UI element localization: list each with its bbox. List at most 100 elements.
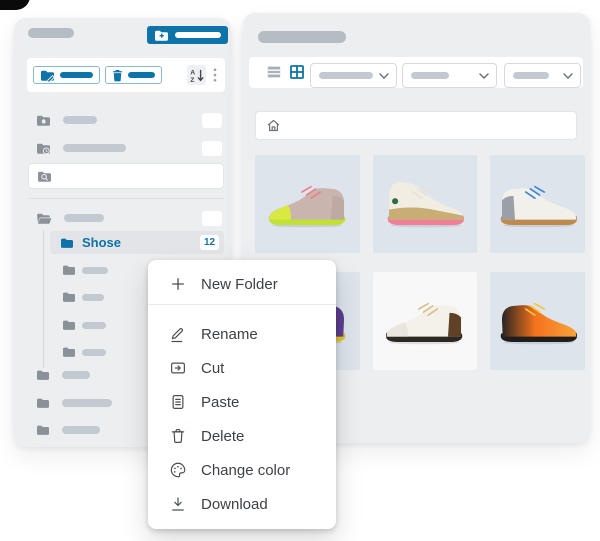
select-value-placeholder	[513, 72, 549, 79]
menu-item-new-folder[interactable]: New Folder	[148, 264, 336, 304]
folder-name-placeholder	[82, 293, 104, 301]
asset-card-sneaker-white-blue-gum[interactable]	[490, 155, 585, 253]
folder-icon	[62, 319, 76, 331]
folder-search-icon	[37, 170, 52, 183]
folder-icon	[62, 291, 76, 303]
window-corner-decoration	[0, 0, 30, 10]
folder-action-buttons	[33, 66, 162, 84]
sidebar-item-shose-selected[interactable]: Shose 12	[50, 231, 224, 254]
sneaker-white-brown-image	[379, 288, 471, 355]
filter-select-2[interactable]	[402, 63, 497, 88]
select-value-placeholder	[411, 72, 449, 79]
chevron-down-icon	[479, 72, 489, 79]
folder-edit-icon	[40, 69, 55, 82]
folder-search-box[interactable]	[28, 163, 224, 189]
download-icon	[168, 495, 188, 513]
cut-icon	[168, 359, 188, 377]
home-icon	[266, 118, 281, 133]
palette-icon	[168, 461, 188, 479]
folder-name-placeholder	[82, 321, 106, 329]
selected-folder-count-badge: 12	[200, 235, 219, 250]
svg-text:Z: Z	[190, 76, 194, 83]
plus-icon	[168, 275, 188, 293]
sneaker-white-tan-hightop-image	[379, 171, 471, 238]
chevron-down-icon	[379, 72, 389, 79]
menu-item-label: New Folder	[201, 275, 278, 293]
folder-icon	[62, 346, 76, 358]
folder-name-placeholder	[63, 144, 126, 152]
filter-select-3[interactable]	[504, 63, 581, 88]
menu-item-change-color[interactable]: Change color	[148, 453, 336, 487]
folder-open-icon	[36, 212, 52, 225]
folder-count-badge	[202, 112, 222, 128]
folder-name-placeholder	[62, 399, 112, 407]
folder-icon	[62, 264, 76, 276]
sidebar-divider	[28, 198, 224, 199]
menu-item-paste[interactable]: Paste	[148, 385, 336, 419]
rename-folder-toolbar-button[interactable]	[33, 66, 100, 84]
select-value-placeholder	[319, 72, 373, 79]
chevron-down-icon	[563, 72, 573, 79]
grid-view-toggle-button[interactable]	[289, 64, 305, 80]
more-options-button[interactable]	[211, 68, 219, 82]
folder-home-icon	[36, 114, 51, 127]
asset-card-sneaker-white-tan-hightop[interactable]	[373, 155, 477, 253]
sneaker-orange-black-image	[492, 288, 584, 355]
menu-item-label: Paste	[201, 393, 240, 411]
new-folder-button[interactable]	[147, 26, 228, 44]
folder-name-placeholder	[62, 426, 100, 434]
breadcrumb[interactable]	[255, 111, 577, 140]
folder-name-placeholder	[62, 371, 90, 379]
folder-plus-icon	[154, 29, 169, 42]
button-label-placeholder	[60, 72, 93, 78]
menu-item-download[interactable]: Download	[148, 487, 336, 521]
menu-item-label: Download	[201, 495, 268, 513]
button-label-placeholder	[175, 32, 221, 38]
asset-card-sneaker-white-brown[interactable]	[373, 272, 477, 370]
asset-card-sneaker-orange-black[interactable]	[490, 272, 585, 370]
trash-outline-icon	[168, 427, 188, 445]
folder-icon-blue	[60, 237, 74, 249]
content-title-placeholder	[258, 31, 346, 43]
sidebar-title-placeholder	[28, 28, 74, 38]
filter-select-1[interactable]	[310, 63, 397, 88]
kebab-icon	[213, 68, 217, 82]
sneaker-white-blue-gum-image	[492, 171, 584, 238]
menu-item-cut[interactable]: Cut	[148, 351, 336, 385]
paste-icon	[168, 393, 188, 411]
trash-filled-icon	[112, 69, 123, 82]
screenshot-root: AZ Shose 12 New Folder Rename Cut Paste Delet…	[0, 0, 600, 541]
folder-name-placeholder	[63, 116, 97, 124]
folder-icon	[36, 424, 50, 436]
sidebar-folder-row[interactable]	[14, 210, 231, 226]
sneaker-neon-yellow-image	[262, 171, 354, 238]
list-view-toggle-button[interactable]	[266, 64, 282, 80]
menu-item-label: Rename	[201, 325, 258, 343]
menu-item-delete[interactable]: Delete	[148, 419, 336, 453]
menu-item-rename[interactable]: Rename	[148, 317, 336, 351]
folder-name-placeholder	[82, 348, 106, 356]
svg-text:A: A	[190, 69, 195, 76]
sidebar-quick-item[interactable]	[14, 140, 231, 156]
folder-name-placeholder	[64, 214, 104, 222]
list-view-icon	[266, 64, 282, 80]
folder-count-badge	[202, 140, 222, 156]
folder-actions-toolbar: AZ	[27, 58, 225, 92]
sidebar-quick-item[interactable]	[14, 112, 231, 128]
asset-card-sneaker-neon-yellow[interactable]	[255, 155, 360, 253]
menu-item-label: Change color	[201, 461, 291, 479]
grid-view-icon	[289, 64, 305, 80]
folder-context-menu: New Folder Rename Cut Paste Delete Change col…	[148, 260, 336, 529]
delete-folder-toolbar-button[interactable]	[105, 66, 162, 84]
button-label-placeholder	[128, 72, 155, 78]
sort-alpha-down-icon: AZ	[189, 67, 205, 84]
menu-item-label: Cut	[201, 359, 225, 377]
folder-icon	[36, 397, 50, 409]
folder-count-badge	[202, 210, 222, 226]
menu-item-label: Delete	[201, 427, 245, 445]
sort-button[interactable]: AZ	[187, 65, 206, 85]
menu-divider	[148, 304, 336, 305]
folder-name-placeholder	[82, 266, 108, 274]
folder-clock-icon	[36, 142, 51, 155]
folder-icon	[36, 369, 50, 381]
